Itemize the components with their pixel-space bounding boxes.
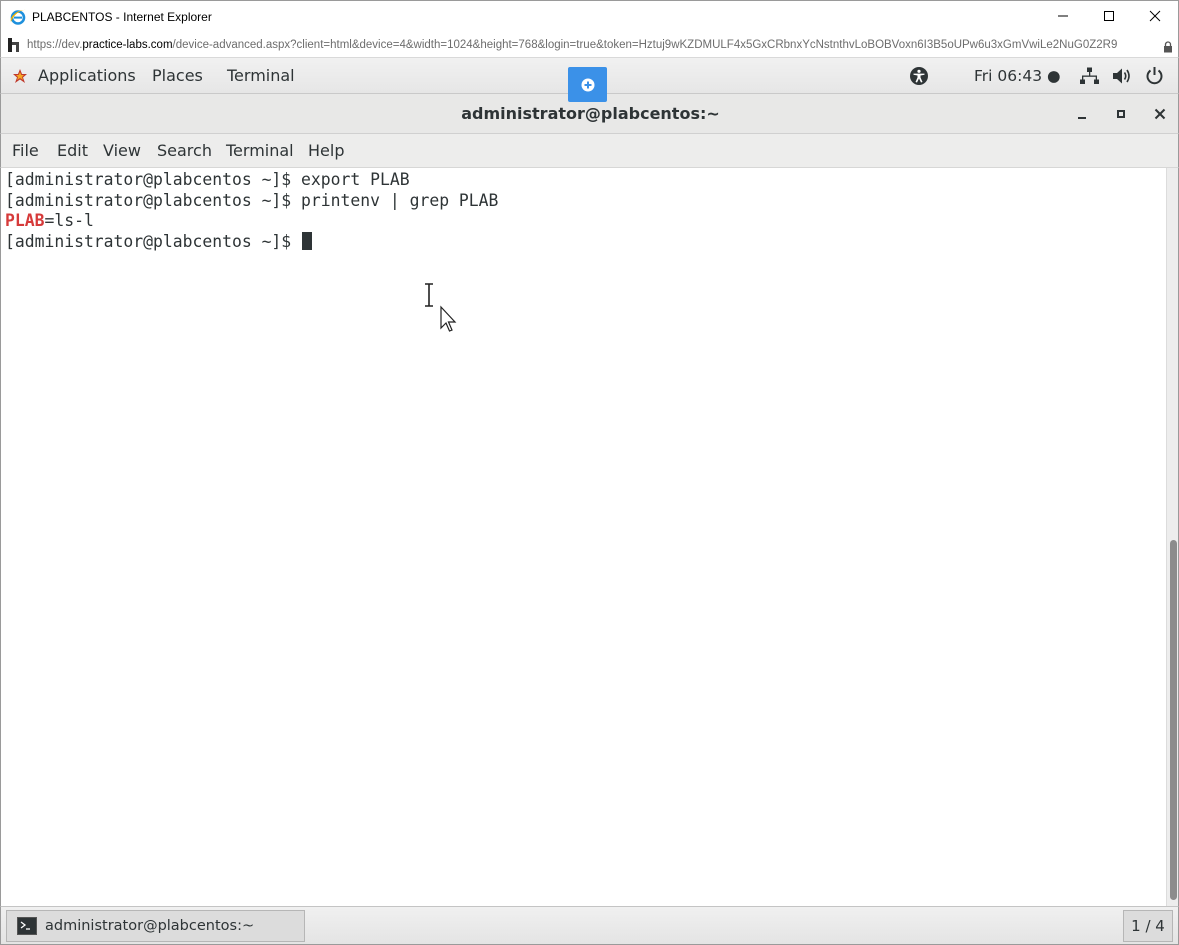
maximize-icon: [1117, 110, 1125, 118]
lock-icon[interactable]: [1163, 38, 1173, 53]
workspace-indicator[interactable]: 1 / 4: [1123, 910, 1173, 942]
browser-title: PLABCENTOS - Internet Explorer: [32, 9, 212, 24]
menu-edit[interactable]: Edit: [57, 134, 88, 168]
arrow-cursor-icon: [440, 305, 457, 332]
applications-menu[interactable]: Applications: [38, 58, 136, 94]
terminal-minimize-button[interactable]: [1070, 102, 1094, 126]
terminal-menubar: File Edit View Search Terminal Help: [0, 134, 1179, 168]
expand-circle-icon: [581, 78, 594, 91]
clock[interactable]: Fri 06:43 ●: [974, 58, 1061, 94]
terminal-maximize-button[interactable]: [1109, 102, 1133, 126]
menu-search[interactable]: Search: [157, 134, 212, 168]
places-menu[interactable]: Places: [152, 58, 203, 94]
address-bar[interactable]: https://dev.practice-labs.com/device-adv…: [0, 32, 1179, 58]
terminal-prompt-line: [administrator@plabcentos ~]$: [1, 232, 1166, 253]
terminal-line: [administrator@plabcentos ~]$ export PLA…: [5, 170, 410, 189]
menu-file[interactable]: File: [12, 134, 39, 168]
menu-view[interactable]: View: [103, 134, 141, 168]
minimize-button[interactable]: [1040, 1, 1086, 31]
url-text[interactable]: https://dev.practice-labs.com/device-adv…: [27, 39, 1155, 51]
accessibility-icon[interactable]: [909, 66, 929, 86]
window-list-bar: administrator@plabcentos:~ 1 / 4: [0, 906, 1179, 945]
gnome-foot-icon: [12, 68, 28, 84]
internet-explorer-icon: [9, 8, 27, 26]
minimize-icon: [1058, 15, 1068, 17]
grep-match-highlight: PLAB: [5, 211, 45, 231]
mouse-pointer: [420, 280, 460, 335]
taskbar-terminal-window[interactable]: administrator@plabcentos:~: [6, 910, 305, 942]
close-icon: [1149, 10, 1161, 22]
terminal-output[interactable]: [administrator@plabcentos ~]$ export PLA…: [0, 168, 1166, 906]
close-icon: [1154, 108, 1166, 120]
terminal-prompt: [administrator@plabcentos ~]$: [5, 232, 302, 252]
text-cursor-icon: [425, 282, 433, 308]
menu-terminal[interactable]: Terminal: [226, 134, 294, 168]
minimize-icon: [1078, 117, 1086, 119]
terminal-line: PLAB=ls-l: [1, 211, 1166, 232]
close-button[interactable]: [1132, 1, 1178, 31]
maximize-icon: [1104, 11, 1114, 21]
menu-help[interactable]: Help: [308, 134, 344, 168]
taskbar-window-label: administrator@plabcentos:~: [45, 918, 255, 934]
browser-titlebar: PLABCENTOS - Internet Explorer: [0, 0, 1179, 32]
power-icon[interactable]: [1145, 66, 1164, 85]
maximize-button[interactable]: [1086, 1, 1132, 31]
network-icon[interactable]: [1080, 67, 1099, 85]
scrollbar-thumb[interactable]: [1170, 540, 1177, 900]
terminal-close-button[interactable]: [1148, 102, 1172, 126]
grep-match-rest: =ls-l: [44, 211, 94, 231]
terminal-line: [administrator@plabcentos ~]$ printenv |…: [5, 190, 499, 210]
terminal-app-menu[interactable]: Terminal: [227, 58, 295, 94]
terminal-scrollbar[interactable]: [1166, 168, 1179, 906]
terminal-icon: [17, 917, 37, 935]
terminal-cursor: [302, 232, 313, 251]
remote-menu-toggle-button[interactable]: [568, 67, 607, 102]
site-favicon-icon: [7, 37, 21, 53]
volume-icon[interactable]: [1112, 67, 1132, 85]
